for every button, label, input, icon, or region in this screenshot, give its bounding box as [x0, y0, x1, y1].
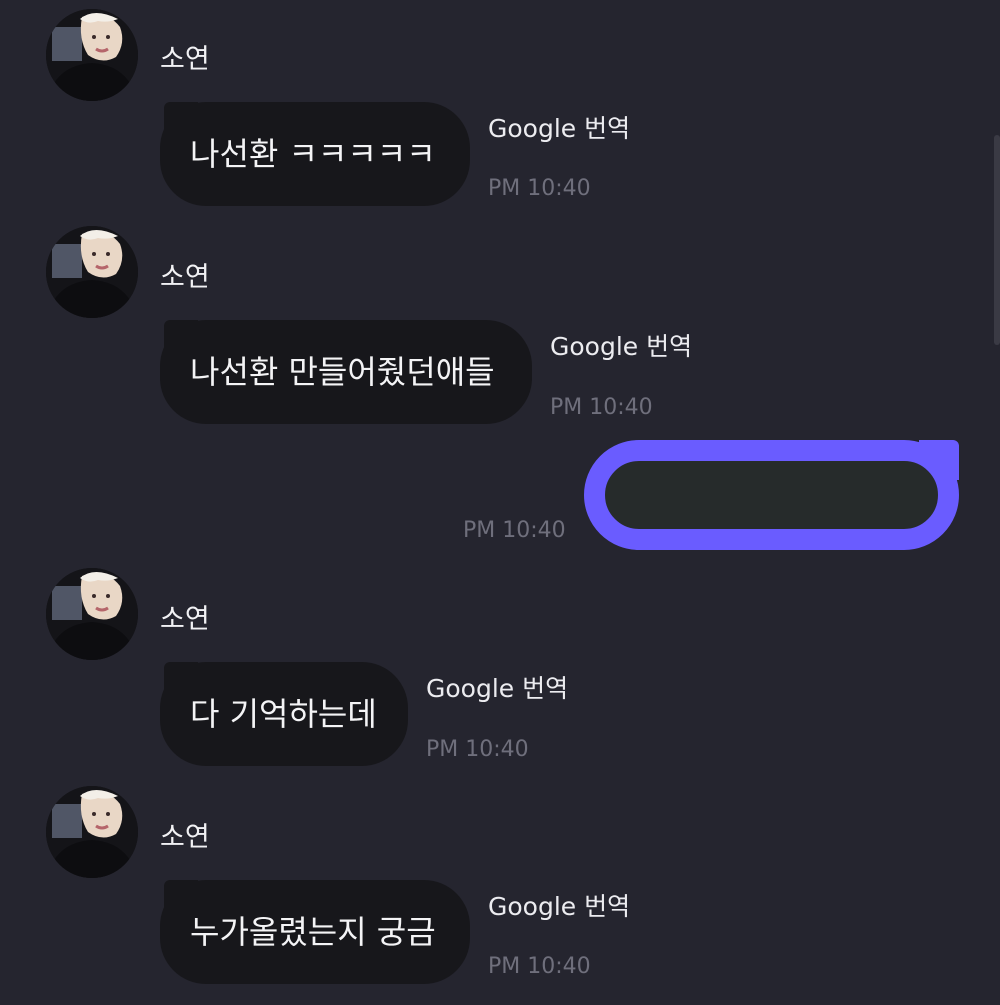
- message-text: 누가올렸는지 궁금: [190, 913, 436, 951]
- message-bubble[interactable]: 나선환 ㅋㅋㅋㅋㅋ: [160, 102, 470, 206]
- avatar[interactable]: [46, 9, 138, 101]
- google-translate-link[interactable]: Google 번역: [426, 674, 568, 704]
- message-timestamp: PM 10:40: [488, 954, 591, 979]
- message-timestamp: PM 10:40: [550, 395, 653, 420]
- google-translate-link[interactable]: Google 번역: [488, 114, 630, 144]
- sender-name: 소연: [160, 262, 210, 293]
- message-timestamp: PM 10:40: [426, 737, 529, 762]
- sender-name: 소연: [160, 604, 210, 635]
- sender-name: 소연: [160, 44, 210, 75]
- profile-photo: [46, 226, 138, 318]
- message-text: 나선환 ㅋㅋㅋㅋㅋ: [190, 135, 436, 173]
- profile-photo: [46, 9, 138, 101]
- profile-photo: [46, 568, 138, 660]
- google-translate-link[interactable]: Google 번역: [488, 892, 630, 922]
- message-bubble[interactable]: 다 기억하는데: [160, 662, 408, 766]
- chat-thread: 소연 나선환 ㅋㅋㅋㅋㅋ Google 번역 PM 10:40 소연 나선환 만…: [0, 0, 1000, 1005]
- profile-photo: [46, 786, 138, 878]
- avatar[interactable]: [46, 786, 138, 878]
- google-translate-link[interactable]: Google 번역: [550, 332, 692, 362]
- message-text: 다 기억하는데: [190, 695, 377, 733]
- message-bubble[interactable]: 누가올렸는지 궁금: [160, 880, 470, 984]
- message-text: 나선환 만들어줬던애들: [190, 353, 495, 391]
- avatar[interactable]: [46, 568, 138, 660]
- scrollbar[interactable]: [994, 135, 1000, 345]
- sender-name: 소연: [160, 822, 210, 853]
- message-timestamp: PM 10:40: [488, 176, 591, 201]
- outgoing-message-bubble[interactable]: [584, 440, 959, 550]
- avatar[interactable]: [46, 226, 138, 318]
- message-bubble[interactable]: 나선환 만들어줬던애들: [160, 320, 532, 424]
- outgoing-timestamp: PM 10:40: [463, 518, 566, 543]
